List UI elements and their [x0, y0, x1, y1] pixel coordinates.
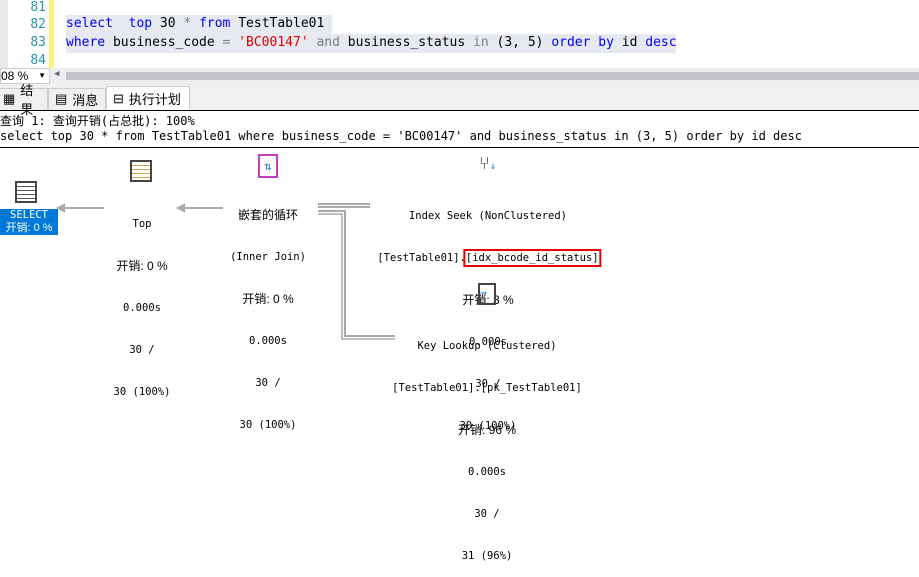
- top-node[interactable]: Top 开销: 0 % 0.000s 30 / 30 (100%): [114, 189, 171, 413]
- arrowhead: [175, 203, 185, 213]
- select-icon[interactable]: [15, 181, 37, 203]
- top-icon[interactable]: [130, 160, 152, 182]
- key-lookup-icon[interactable]: →: [478, 283, 496, 305]
- nested-loops-icon[interactable]: ⇅: [258, 154, 278, 178]
- index-name-highlight: [idx_bcode_id_status]: [462, 249, 602, 267]
- nested-loops-node[interactable]: 嵌套的循环 (Inner Join) 开销: 0 % 0.000s 30 / 3…: [230, 180, 306, 446]
- key-lookup-node[interactable]: Key Lookup (Clustered) [TestTable01].[pk…: [392, 311, 582, 577]
- select-node-label[interactable]: SELECT 开销: 0 %: [0, 209, 58, 235]
- index-seek-icon[interactable]: ⑂↓: [479, 153, 496, 174]
- arrowhead: [55, 203, 65, 213]
